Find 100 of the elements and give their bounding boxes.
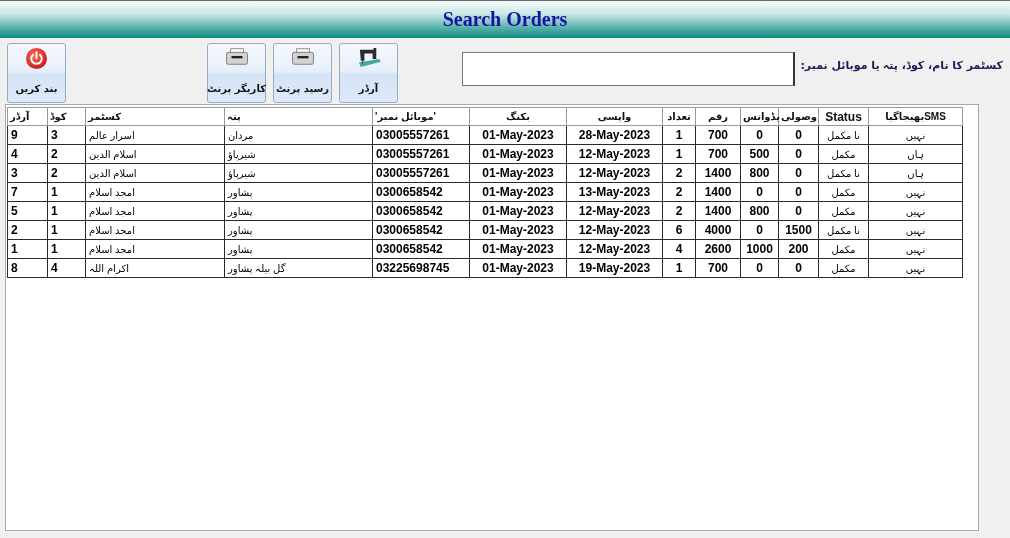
- table-cell: اکرام اللہ: [85, 258, 225, 278]
- table-cell: 01-May-2023: [469, 258, 567, 278]
- table-cell: پشاور: [224, 182, 373, 202]
- table-cell: 1: [662, 144, 696, 164]
- column-header[interactable]: آرڈر: [7, 107, 48, 126]
- table-cell: نا مکمل: [818, 220, 869, 240]
- table-cell: 0300658542: [372, 220, 470, 240]
- table-cell: 0: [778, 125, 819, 145]
- table-cell: 4: [47, 258, 86, 278]
- table-cell: 12-May-2023: [566, 163, 663, 183]
- table-cell: 12-May-2023: [566, 201, 663, 221]
- column-header[interactable]: 'موبائل نمبر': [372, 107, 470, 126]
- column-header[interactable]: تعداد: [662, 107, 696, 126]
- table-cell: 1000: [740, 239, 779, 259]
- table-cell: 0: [740, 220, 779, 240]
- table-cell: مکمل: [818, 182, 869, 202]
- column-header[interactable]: کوڈ: [47, 107, 86, 126]
- table-cell: نا مکمل: [818, 163, 869, 183]
- table-cell: امجد اسلام: [85, 239, 225, 259]
- order-button[interactable]: آرڈر: [339, 43, 398, 103]
- table-cell: نہیں: [868, 258, 963, 278]
- table-cell: 0: [778, 163, 819, 183]
- table-cell: ہاں: [868, 144, 963, 164]
- table-cell: 1400: [695, 201, 741, 221]
- table-cell: 1: [47, 239, 86, 259]
- table-cell: 1: [47, 182, 86, 202]
- column-header[interactable]: پتہ: [224, 107, 373, 126]
- table-cell: 6: [662, 220, 696, 240]
- table-cell: 500: [740, 144, 779, 164]
- table-cell: مکمل: [818, 201, 869, 221]
- table-cell: 0: [740, 125, 779, 145]
- table-cell: 0300658542: [372, 201, 470, 221]
- table-cell: 1: [662, 125, 696, 145]
- column-header[interactable]: Status: [818, 107, 869, 126]
- table-cell: 700: [695, 125, 741, 145]
- printer-icon: [225, 48, 248, 65]
- table-cell: امجد اسلام: [85, 201, 225, 221]
- table-cell: 4: [7, 144, 48, 164]
- table-cell: 01-May-2023: [469, 144, 567, 164]
- column-header[interactable]: بھیجاگیاSMS: [868, 107, 963, 126]
- table-cell: 19-May-2023: [566, 258, 663, 278]
- table-cell: 1400: [695, 182, 741, 202]
- column-header[interactable]: کسٹمر: [85, 107, 225, 126]
- table-cell: 0300658542: [372, 182, 470, 202]
- table-cell: 12-May-2023: [566, 220, 663, 240]
- column-header[interactable]: بکنگ: [469, 107, 567, 126]
- table-cell: 1: [47, 201, 86, 221]
- table-cell: نہیں: [868, 125, 963, 145]
- table-cell: نا مکمل: [818, 125, 869, 145]
- sewing-machine-icon: [356, 48, 381, 68]
- table-cell: 28-May-2023: [566, 125, 663, 145]
- table-cell: 0300658542: [372, 239, 470, 259]
- power-icon: [26, 48, 47, 69]
- close-button[interactable]: بند کریں: [7, 43, 66, 103]
- window-title: Search Orders: [442, 8, 568, 31]
- table-cell: 2: [662, 201, 696, 221]
- column-header[interactable]: رقم: [695, 107, 741, 126]
- table-cell: 4000: [695, 220, 741, 240]
- table-cell: 1500: [778, 220, 819, 240]
- column-header[interactable]: یڈوانس: [740, 107, 779, 126]
- table-cell: 03225698745: [372, 258, 470, 278]
- table-cell: 5: [7, 201, 48, 221]
- table-cell: امجد اسلام: [85, 182, 225, 202]
- table-cell: 0: [778, 201, 819, 221]
- table-cell: 700: [695, 144, 741, 164]
- column-header[interactable]: وصولی: [778, 107, 819, 126]
- table-cell: 12-May-2023: [566, 144, 663, 164]
- table-cell: نہیں: [868, 182, 963, 202]
- table-cell: 2: [7, 220, 48, 240]
- table-cell: 3: [47, 125, 86, 145]
- table-cell: شیرپاؤ: [224, 144, 373, 164]
- table-cell: مردان: [224, 125, 373, 145]
- table-cell: اسرار عالم: [85, 125, 225, 145]
- column-header[interactable]: واپسی: [566, 107, 663, 126]
- table-cell: مکمل: [818, 239, 869, 259]
- table-cell: 2: [662, 182, 696, 202]
- table-cell: 13-May-2023: [566, 182, 663, 202]
- table-cell: مکمل: [818, 144, 869, 164]
- table-cell: 3: [7, 163, 48, 183]
- table-cell: 01-May-2023: [469, 125, 567, 145]
- table-cell: 8: [7, 258, 48, 278]
- table-cell: 01-May-2023: [469, 239, 567, 259]
- table-cell: 700: [695, 258, 741, 278]
- table-cell: گل بیلہ پشاور: [224, 258, 373, 278]
- table-cell: 800: [740, 163, 779, 183]
- table-cell: 0: [778, 182, 819, 202]
- table-cell: اسلام الدین: [85, 144, 225, 164]
- search-field[interactable]: [462, 52, 796, 86]
- table-cell: 01-May-2023: [469, 220, 567, 240]
- table-cell: 01-May-2023: [469, 163, 567, 183]
- table-cell: 9: [7, 125, 48, 145]
- table-cell: 03005557261: [372, 125, 470, 145]
- table-cell: 03005557261: [372, 163, 470, 183]
- table-cell: 1: [662, 258, 696, 278]
- table-cell: 12-May-2023: [566, 239, 663, 259]
- search-label: کسٹمر کا نام، کوڈ، پتہ یا موبائل نمبر:: [800, 59, 1003, 72]
- print-button[interactable]: کاریگر پرنٹ: [207, 43, 266, 103]
- table-cell: 0: [740, 182, 779, 202]
- print-button[interactable]: رسید پرنٹ: [273, 43, 332, 103]
- table-cell: پشاور: [224, 239, 373, 259]
